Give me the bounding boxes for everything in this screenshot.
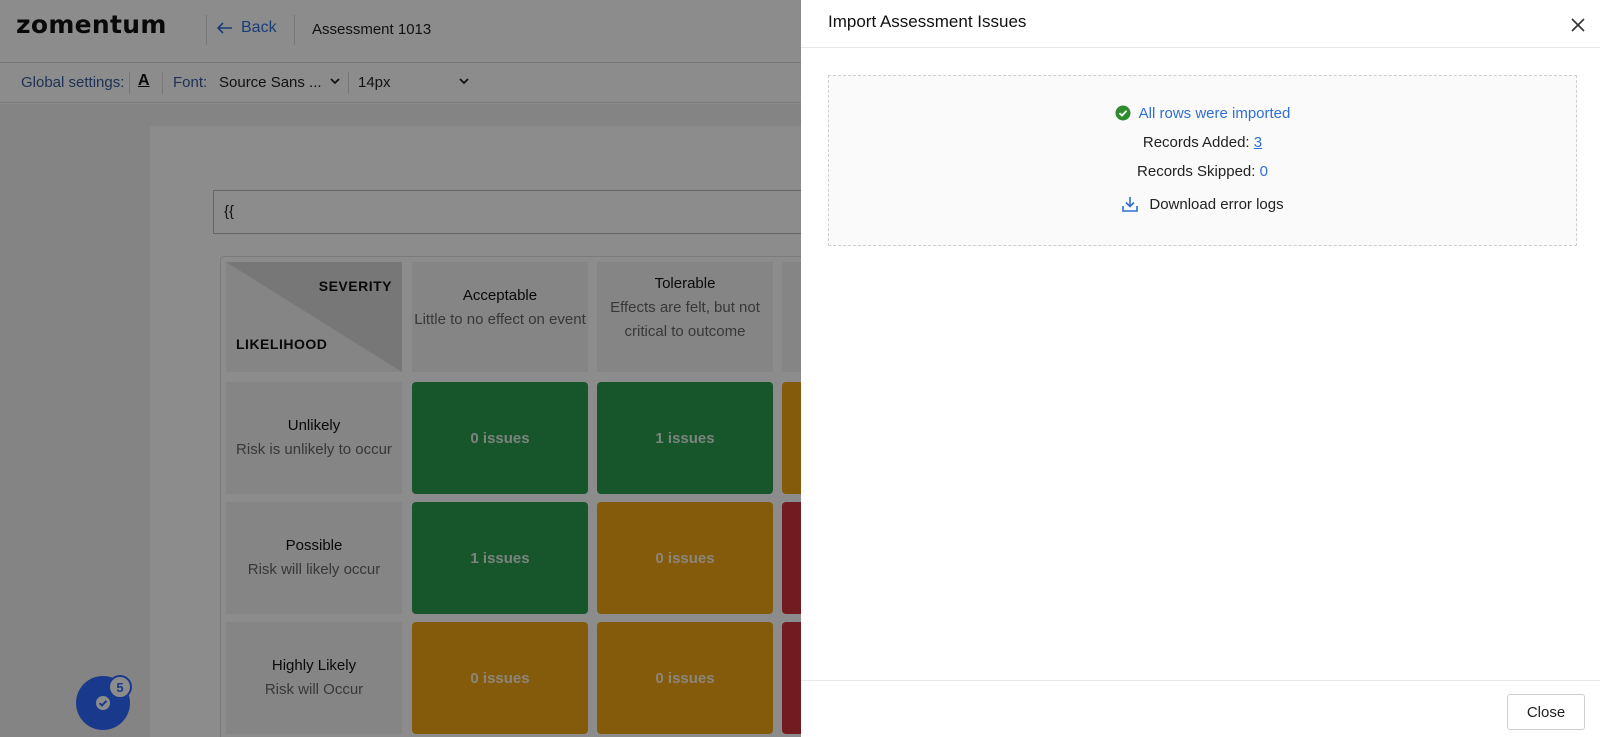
success-check-icon [1115, 105, 1131, 121]
records-added: Records Added: 3 [829, 134, 1576, 151]
close-icon[interactable] [1570, 17, 1586, 33]
import-status: All rows were imported [829, 105, 1576, 122]
import-result-panel: All rows were imported Records Added: 3 … [828, 75, 1577, 246]
drawer-header: Import Assessment Issues [801, 0, 1600, 48]
import-drawer: Import Assessment Issues All rows were i… [801, 0, 1600, 737]
download-error-logs-link[interactable]: Download error logs [1121, 195, 1284, 213]
download-label: Download error logs [1149, 196, 1284, 213]
records-skipped-label: Records Skipped: [1137, 163, 1256, 180]
records-added-link[interactable]: 3 [1254, 134, 1262, 151]
status-text: All rows were imported [1138, 105, 1291, 122]
drawer-title: Import Assessment Issues [828, 12, 1027, 31]
records-skipped: Records Skipped: 0 [829, 163, 1576, 180]
close-button[interactable]: Close [1507, 694, 1585, 730]
download-row: Download error logs [829, 195, 1576, 213]
download-icon [1122, 197, 1139, 212]
drawer-footer: Close [801, 680, 1600, 737]
records-added-label: Records Added: [1142, 134, 1250, 151]
records-skipped-value: 0 [1259, 163, 1268, 180]
